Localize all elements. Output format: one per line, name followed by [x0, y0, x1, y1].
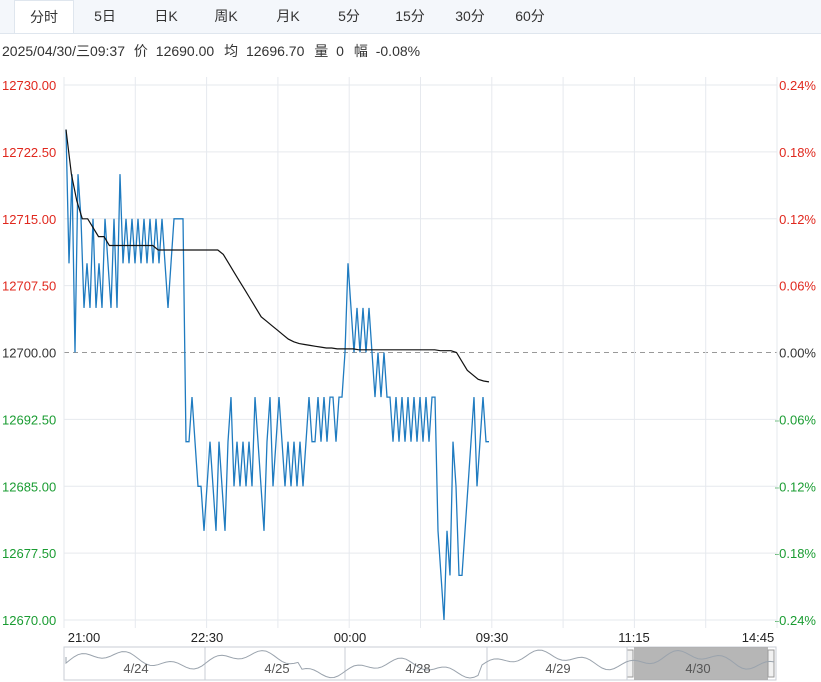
- y-tick-left: 12700.00: [2, 346, 56, 361]
- x-tick: 09:30: [476, 630, 509, 645]
- y-tick-right: 0.12%: [779, 212, 816, 227]
- y-tick-right: 0.18%: [779, 145, 816, 160]
- x-tick: 22:30: [191, 630, 224, 645]
- y-tick-right: 0.00%: [779, 346, 816, 361]
- navigator-date-label: 4/29: [545, 661, 570, 676]
- y-tick-right: 0.24%: [779, 78, 816, 93]
- y-tick-left: 12722.50: [2, 145, 56, 160]
- navigator-date-label: 4/28: [405, 661, 430, 676]
- y-tick-right: -0.12%: [775, 479, 817, 494]
- y-tick-left: 12677.50: [2, 546, 56, 561]
- y-tick-right: -0.18%: [775, 546, 817, 561]
- x-tick: 00:00: [334, 630, 367, 645]
- navigator-date-label: 4/25: [264, 661, 289, 676]
- navigator-date-label: 4/30: [685, 661, 710, 676]
- y-tick-right: 0.06%: [779, 279, 816, 294]
- y-tick-right: -0.06%: [775, 412, 817, 427]
- x-tick: 21:00: [68, 630, 101, 645]
- y-tick-left: 12692.50: [2, 412, 56, 427]
- navigator-handle-left[interactable]: [626, 649, 634, 678]
- y-tick-left: 12707.50: [2, 279, 56, 294]
- y-tick-left: 12730.00: [2, 78, 56, 93]
- y-tick-left: 12670.00: [2, 613, 56, 628]
- navigator-date-label: 4/24: [123, 661, 148, 676]
- intraday-chart[interactable]: 12730.00 0.24% 12722.50 0.18% 12715.00 0.12% 1…: [0, 0, 821, 682]
- y-tick-left: 12715.00: [2, 212, 56, 227]
- y-tick-right: -0.24%: [775, 613, 817, 628]
- x-tick: 11:15: [618, 630, 650, 645]
- time-navigator: 4/24 4/25 4/28 4/29 4/30: [63, 646, 777, 681]
- y-tick-left: 12685.00: [2, 479, 56, 494]
- x-tick: 14:45: [742, 630, 775, 645]
- navigator-handle-right[interactable]: [767, 649, 775, 678]
